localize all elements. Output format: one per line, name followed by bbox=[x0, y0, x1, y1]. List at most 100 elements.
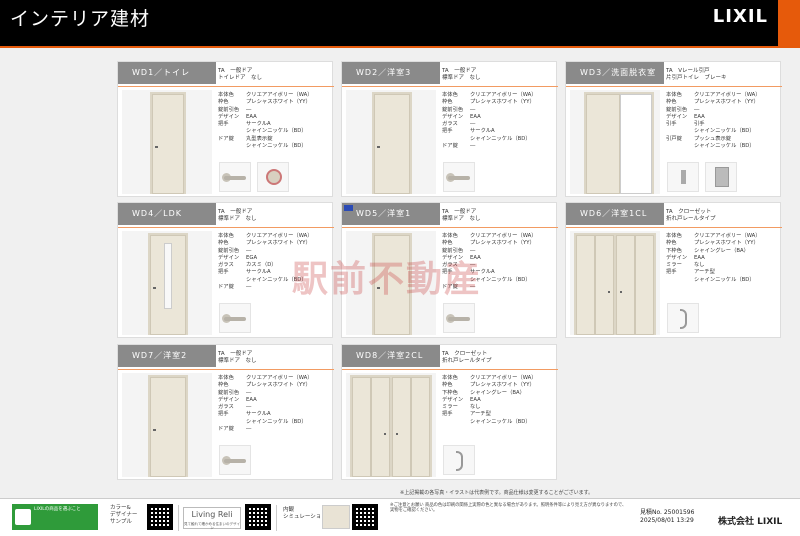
spec-row: シャインニッケル（BD） bbox=[218, 128, 313, 135]
qr-code[interactable] bbox=[245, 504, 271, 530]
spec-key bbox=[666, 277, 694, 284]
spec-value: ― bbox=[470, 143, 476, 150]
divider bbox=[342, 227, 558, 228]
spec-value: プレシャスホワイト（YY） bbox=[694, 240, 759, 247]
closet-door-image bbox=[346, 373, 436, 477]
spec-value: シャイングレー（BA） bbox=[470, 389, 525, 396]
disclaimer-notice: ※上記掲載の各写真・イラストは代表例です。商品仕様は変更することがございます。 bbox=[400, 490, 594, 496]
qr-code[interactable] bbox=[147, 504, 173, 530]
spec-row: 把手 アーチ型 bbox=[442, 411, 537, 418]
spec-row: 錠前引色 ― bbox=[218, 390, 313, 397]
divider bbox=[342, 369, 558, 370]
spec-value: シャインニッケル（BD） bbox=[246, 418, 307, 425]
spec-row: 引戸錠 プッシュ表示錠 bbox=[666, 136, 761, 143]
spec-key: 把手 bbox=[442, 411, 453, 418]
spec-value: サークルA bbox=[246, 411, 271, 418]
spec-key: 把手 bbox=[218, 269, 229, 276]
card-subtype: 標準ドア なし bbox=[442, 75, 481, 81]
spec-value: プレシャスホワイト（YY） bbox=[246, 240, 311, 247]
spec-list: 本体色 クリエアアイボリー（WA） 枠色 プレシャスホワイト（YY） 錠前引色 ― デザイン… bbox=[442, 92, 537, 150]
spec-row: 枠色 プレシャスホワイト（YY） bbox=[666, 99, 761, 106]
spec-row: 枠色 プレシャスホワイト（YY） bbox=[218, 382, 313, 389]
spec-value: ― bbox=[246, 106, 252, 113]
lever-handle-thumb bbox=[219, 445, 251, 475]
spec-key: ドア錠 bbox=[218, 135, 234, 142]
spec-key: 下枠色 bbox=[666, 247, 682, 254]
spec-value: シャインニッケル（BD） bbox=[470, 418, 531, 425]
spec-value: プレシャスホワイト（YY） bbox=[694, 99, 759, 106]
spec-row: 枠色 プレシャスホワイト（YY） bbox=[442, 240, 537, 247]
spec-key bbox=[218, 128, 246, 135]
spec-value: ― bbox=[694, 106, 700, 113]
spec-value: プレシャスホワイト（YY） bbox=[470, 382, 535, 389]
spec-key bbox=[218, 277, 246, 284]
spec-row: 下枠色 シャイングレー（BA） bbox=[666, 248, 761, 255]
arch-handle-thumb bbox=[443, 445, 475, 475]
spec-list: 本体色 クリエアアイボリー（WA） 枠色 プレシャスホワイト（YY） 錠前引色 ― デザイン… bbox=[218, 92, 313, 150]
spec-row: シャインニッケル（BD） bbox=[218, 419, 313, 426]
spec-key bbox=[666, 143, 694, 150]
interior-thumbnail bbox=[322, 505, 350, 529]
spec-list: 本体色 クリエアアイボリー（WA） 枠色 プレシャスホワイト（YY） 下枠色 シャイングレ… bbox=[666, 233, 761, 284]
spec-key: 枠色 bbox=[442, 99, 453, 106]
door-card-wd8: WD8／洋室2CL TA クローゼット 折れ戸レールタイプ 本体色 クリエアアイボ… bbox=[341, 344, 558, 480]
spec-key: 把手 bbox=[442, 128, 453, 135]
door-card-wd1: WD1／トイレ TA 一般ドア トイレドア なし 本体色 クリエアアイボリー（WA… bbox=[117, 61, 334, 197]
card-subtype: 標準ドア なし bbox=[218, 358, 257, 364]
qr-code[interactable] bbox=[352, 504, 378, 530]
lixil-logo: LIXIL bbox=[712, 6, 768, 27]
sliding-door-image bbox=[570, 90, 660, 194]
spec-row: シャインニッケル（BD） bbox=[666, 277, 761, 284]
spec-key: 錠前引色 bbox=[218, 389, 240, 396]
card-label: WD3／洗面脱衣室 bbox=[566, 62, 664, 84]
spec-row: シャインニッケル（BD） bbox=[666, 128, 761, 135]
spec-row: 枠色 プレシャスホワイト（YY） bbox=[218, 240, 313, 247]
spec-row: ドア錠 ― bbox=[218, 426, 313, 433]
spec-list: 本体色 クリエアアイボリー（WA） 枠色 プレシャスホワイト（YY） 錠前引色 ― デザイン… bbox=[218, 375, 313, 433]
spec-key bbox=[218, 419, 246, 426]
color-sample-text: カラー& デザイナー サンプル bbox=[110, 505, 138, 525]
spec-key: 錠前引色 bbox=[666, 106, 688, 113]
spec-key: 枠色 bbox=[442, 382, 453, 389]
spec-key: ドア錠 bbox=[218, 426, 234, 433]
living-reli-text: Living Reli bbox=[191, 510, 233, 519]
spec-key bbox=[218, 143, 246, 150]
spec-value: プレシャスホワイト（YY） bbox=[246, 99, 311, 106]
spec-key: 枠色 bbox=[666, 240, 677, 247]
spec-row: 枠色 プレシャスホワイト（YY） bbox=[442, 99, 537, 106]
living-reli-logo: Living Reli 見て触れて確かめる住まいのデザイン bbox=[183, 507, 241, 530]
page-title: インテリア建材 bbox=[10, 8, 151, 30]
spec-value: 丸型表示錠 bbox=[246, 135, 273, 142]
spec-value: EAA bbox=[246, 396, 257, 403]
spec-value: シャイングレー（BA） bbox=[694, 247, 749, 254]
plan-number: 見積No. 25001596 bbox=[640, 509, 695, 516]
glass-door-image bbox=[122, 231, 212, 335]
notes-text: ※ご注意とお願い 商品の色は印刷の関係上実際の色と異なる場合があります。照明条件… bbox=[390, 503, 627, 514]
door-image bbox=[346, 90, 436, 194]
spec-value: プレシャスホワイト（YY） bbox=[246, 382, 311, 389]
spec-key: 錠前引色 bbox=[442, 106, 464, 113]
spec-key: 把手 bbox=[218, 121, 229, 128]
spec-row: シャインニッケル（BD） bbox=[218, 143, 313, 150]
spec-value: シャインニッケル（BD） bbox=[470, 135, 531, 142]
spec-row: 枠色 プレシャスホワイト（YY） bbox=[218, 99, 313, 106]
watermark-text: 駅前不動産 bbox=[292, 259, 483, 300]
spec-row: シャインニッケル（BD） bbox=[442, 136, 537, 143]
spec-list: 本体色 クリエアアイボリー（WA） 枠色 プレシャスホワイト（YY） 錠前引色 ― デザイン… bbox=[666, 92, 761, 150]
card-subtype: 標準ドア なし bbox=[442, 216, 481, 222]
spec-key: 錠前引色 bbox=[218, 106, 240, 113]
card-subtype: 標準ドア なし bbox=[218, 216, 257, 222]
spec-value: EAA bbox=[470, 113, 481, 120]
spec-key: 枠色 bbox=[218, 382, 229, 389]
eco-badge-text: LIXILの商品を選ぶこと bbox=[34, 507, 81, 512]
spec-key: 錠前引色 bbox=[218, 247, 240, 254]
plan-date: 2025/08/01 13:29 bbox=[640, 517, 694, 524]
indicator-lock-thumb bbox=[257, 162, 289, 192]
door-card-wd3: WD3／洗面脱衣室 TA Vレール引戸 片引戸トイレ ブレーキ 本体色 クリエアア… bbox=[565, 61, 782, 197]
divider bbox=[118, 227, 334, 228]
spec-value: プレシャスホワイト（YY） bbox=[470, 99, 535, 106]
closet-door-image bbox=[570, 231, 660, 335]
spec-row: 錠前引色 ― bbox=[442, 107, 537, 114]
door-card-wd6: WD6／洋室1CL TA クローゼット 折れ戸レールタイプ 本体色 クリエアアイボ… bbox=[565, 202, 782, 338]
spec-row: シャインニッケル（BD） bbox=[666, 143, 761, 150]
